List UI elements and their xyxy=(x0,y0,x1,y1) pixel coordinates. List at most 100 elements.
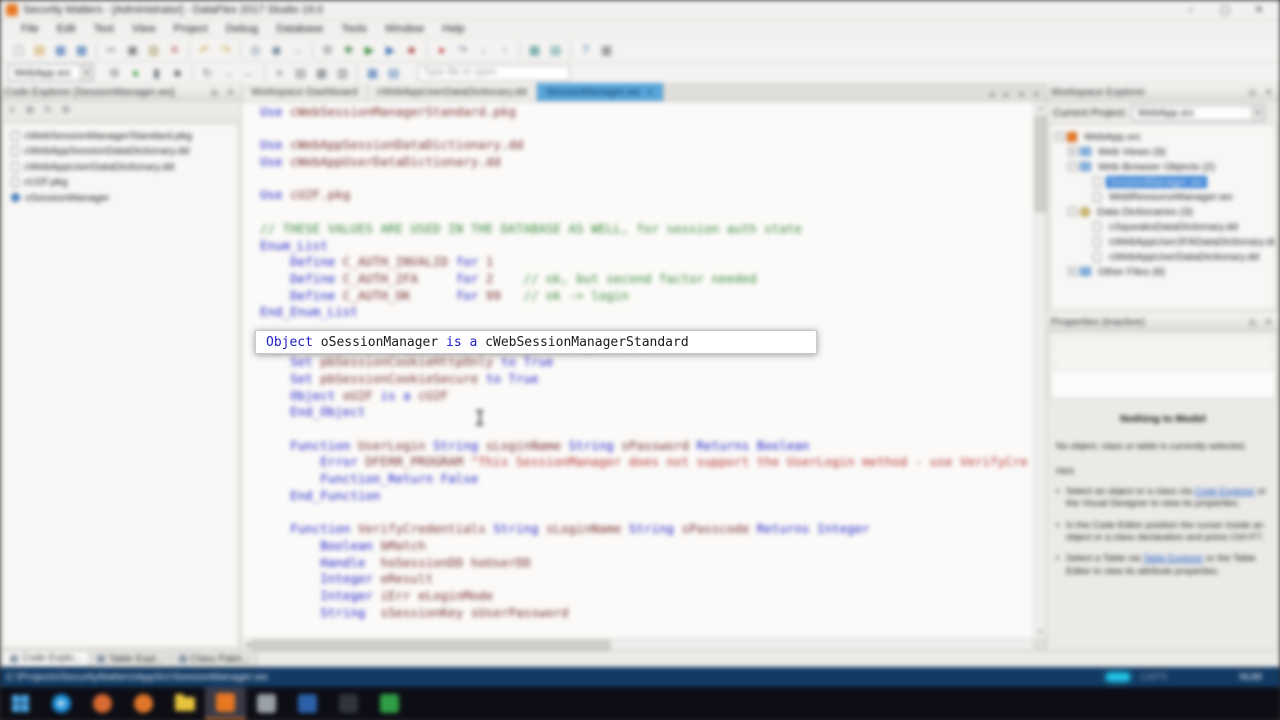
report-button[interactable]: ▤ xyxy=(383,64,404,82)
compile-project-button[interactable]: ⚙ xyxy=(104,64,125,82)
editor-vertical-scrollbar[interactable]: ▴ ▾ xyxy=(1033,102,1046,638)
compile-button[interactable]: ⚙ xyxy=(317,41,338,59)
stop-debug-button[interactable]: ■ xyxy=(167,64,188,82)
editor-horizontal-scrollbar[interactable]: ◂ ▸ xyxy=(242,638,1033,650)
tree-item-cwebappuserdatadictionary-dd[interactable]: cWebAppUserDataDictionary.dd xyxy=(1051,249,1275,264)
focused-code-line[interactable]: Object oSessionManager is a cWebSessionM… xyxy=(255,330,817,354)
breakpoint-button[interactable]: ● xyxy=(431,41,452,59)
save-all-button[interactable]: ▩ xyxy=(71,41,92,59)
menu-item-help[interactable]: Help xyxy=(433,21,474,37)
copy-button[interactable]: ▣ xyxy=(122,41,143,59)
build-button[interactable]: ✚ xyxy=(338,41,359,59)
cut-button[interactable]: ✂ xyxy=(101,41,122,59)
expand-icon[interactable]: + xyxy=(1068,267,1077,276)
pin-icon[interactable]: ◎ xyxy=(1246,86,1259,99)
app-dark-icon[interactable] xyxy=(328,687,369,720)
horizontal-scrollbar-thumb[interactable] xyxy=(252,640,610,650)
run-project-button[interactable]: ● xyxy=(125,64,146,82)
close-panel-icon[interactable]: ✕ xyxy=(224,86,237,99)
scroll-tabs-right-icon[interactable]: ▸ xyxy=(1000,88,1013,101)
goto-button[interactable]: → xyxy=(287,41,308,59)
database-explorer-button[interactable]: ▦ xyxy=(524,41,545,59)
tree-item-webresourcemanager-wo[interactable]: WebResourceManager.wo xyxy=(1051,189,1275,204)
view-designer-button[interactable]: ▤ xyxy=(290,64,311,82)
replace-button[interactable]: ◉ xyxy=(266,41,287,59)
group-icon[interactable]: ⊞ xyxy=(21,103,39,119)
property-row[interactable] xyxy=(1054,337,1272,352)
undo-button[interactable]: ↶ xyxy=(194,41,215,59)
tree-item-data-dictionaries-3[interactable]: −Data Dictionaries (3) xyxy=(1051,204,1275,219)
new-file-button[interactable]: ▢ xyxy=(8,41,29,59)
step-back-button[interactable]: ← xyxy=(239,64,260,82)
close-button[interactable]: ✕ xyxy=(1242,1,1276,19)
menu-item-edit[interactable]: Edit xyxy=(48,21,85,37)
columns-button[interactable]: ▥ xyxy=(332,64,353,82)
list-item[interactable]: cWebSessionManagerStandard.pkg xyxy=(3,128,238,144)
redo-button[interactable]: ↷ xyxy=(215,41,236,59)
minimize-button[interactable]: – xyxy=(1174,1,1208,19)
open-file-button[interactable]: ▤ xyxy=(29,41,50,59)
close-tab-icon[interactable]: ✕ xyxy=(646,87,653,98)
pin-icon[interactable]: ◎ xyxy=(1246,316,1259,329)
settings-icon[interactable]: ⚙ xyxy=(57,103,75,119)
panel-tab-table-expl[interactable]: Table Expl... xyxy=(90,652,171,667)
menu-item-database[interactable]: Database xyxy=(267,21,332,37)
tree-item-sessionmanager-wo[interactable]: SessionManager.wo xyxy=(1051,174,1275,189)
tab-list-icon[interactable]: ▾ xyxy=(1015,88,1028,101)
app-green-icon[interactable] xyxy=(369,687,410,720)
collapse-icon[interactable]: − xyxy=(1068,207,1077,216)
current-project-selector[interactable]: WebApp.src ▾ xyxy=(1132,105,1265,121)
step-out-button[interactable]: ↑ xyxy=(494,41,515,59)
property-row[interactable] xyxy=(1054,356,1272,371)
menu-item-view[interactable]: View xyxy=(123,21,165,37)
chevron-down-icon[interactable]: ▾ xyxy=(80,65,93,80)
tab-sessionmanager-wo[interactable]: SessionManager.wo✕ xyxy=(537,83,664,101)
delete-button[interactable]: ✕ xyxy=(164,41,185,59)
pause-button[interactable]: ▮ xyxy=(146,64,167,82)
code-editor[interactable]: Use cWebSessionManagerStandard.pkgUse cW… xyxy=(242,102,1033,638)
remote-desktop-icon[interactable] xyxy=(246,687,287,720)
find-button[interactable]: ◎ xyxy=(245,41,266,59)
chevron-down-icon[interactable]: ▾ xyxy=(1251,106,1264,120)
app-blue-icon[interactable] xyxy=(287,687,328,720)
hint-link[interactable]: Table Explorer xyxy=(1143,553,1204,564)
panel-tab-class-palet[interactable]: Class Palet... xyxy=(172,652,258,667)
start-button[interactable] xyxy=(0,687,41,720)
table-button[interactable]: ▦ xyxy=(362,64,383,82)
debug-button[interactable]: ▶ xyxy=(380,41,401,59)
list-item[interactable]: oSessionManager xyxy=(3,190,238,206)
edge-icon[interactable]: e xyxy=(41,687,82,720)
help-button[interactable]: ? xyxy=(575,41,596,59)
paste-button[interactable]: ▥ xyxy=(143,41,164,59)
tree-item-web-browser-objects-2[interactable]: −Web Browser Objects (2) xyxy=(1051,159,1275,174)
vertical-scrollbar-thumb[interactable] xyxy=(1035,116,1046,212)
menu-item-file[interactable]: File xyxy=(12,21,48,37)
sort-icon[interactable]: ≡ xyxy=(3,103,21,119)
run-button[interactable]: ▶ xyxy=(359,41,380,59)
step-over-button[interactable]: ↷ xyxy=(452,41,473,59)
firefox-icon[interactable] xyxy=(123,687,164,720)
menu-item-tools[interactable]: Tools xyxy=(332,21,376,37)
tree-item-cwebappuser2fadatadictionary-dd[interactable]: cWebAppUser2FADataDictionary.dd xyxy=(1051,234,1275,249)
stop-button[interactable]: ■ xyxy=(401,41,422,59)
menu-item-debug[interactable]: Debug xyxy=(217,21,267,37)
tree-item-web-views-9[interactable]: +Web Views (9) xyxy=(1051,144,1275,159)
list-item[interactable]: cU2F.pkg xyxy=(3,175,238,191)
table-viewer-button[interactable]: ▤ xyxy=(545,41,566,59)
collapse-icon[interactable]: − xyxy=(1068,162,1077,171)
tab-cwebappuserdatadictionary-dd[interactable]: cWebAppUserDataDictionary.dd xyxy=(368,83,537,101)
menu-item-text[interactable]: Text xyxy=(85,21,123,37)
close-panel-icon[interactable]: ✕ xyxy=(1262,316,1275,329)
refresh-icon[interactable]: ↻ xyxy=(39,103,57,119)
list-item[interactable]: cWebAppSessionDataDictionary.dd xyxy=(3,144,238,160)
open-file-input[interactable] xyxy=(418,65,570,81)
panel-tab-code-explo[interactable]: Code Explo... xyxy=(2,652,90,667)
chrome-icon[interactable] xyxy=(82,687,123,720)
menu-item-project[interactable]: Project xyxy=(165,21,217,37)
collapse-icon[interactable]: − xyxy=(1055,132,1064,141)
tree-item-webapp-src[interactable]: −WebApp.src xyxy=(1051,129,1275,144)
close-panel-icon[interactable]: ✕ xyxy=(1262,86,1275,99)
refresh-button[interactable]: ↻ xyxy=(197,64,218,82)
windows-list-button[interactable]: ▦ xyxy=(596,41,617,59)
expand-icon[interactable]: + xyxy=(1068,147,1077,156)
